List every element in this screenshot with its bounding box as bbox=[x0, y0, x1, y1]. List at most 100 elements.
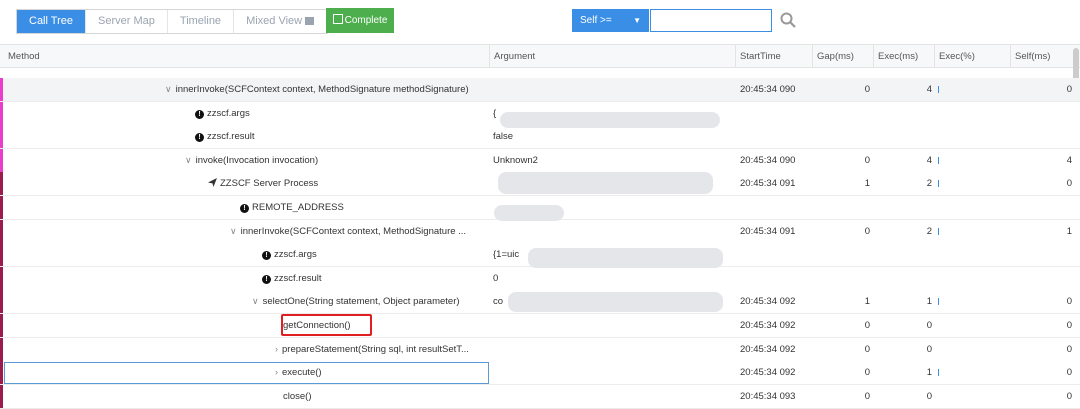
method-label: selectOne(String statement, Object param… bbox=[262, 296, 460, 308]
exec-cell bbox=[874, 102, 932, 125]
depth-stripe bbox=[0, 290, 3, 314]
self-cell bbox=[1014, 196, 1072, 219]
col-exec-percent[interactable]: Exec(%) bbox=[934, 45, 1010, 68]
starttime-cell: 20:45:34 092 bbox=[740, 320, 796, 331]
starttime-cell bbox=[740, 102, 812, 125]
search-input[interactable] bbox=[650, 9, 772, 32]
method-label: zzscf.result bbox=[207, 131, 255, 143]
tab-mixed-view[interactable]: Mixed View bbox=[234, 10, 328, 33]
col-self[interactable]: Self(ms) bbox=[1010, 45, 1080, 68]
argument-cell bbox=[493, 314, 733, 337]
filter-select-value: Self >= bbox=[580, 15, 612, 26]
table-row[interactable]: ∨ invoke(Invocation invocation) Unknown2 20… bbox=[0, 148, 1080, 173]
method-cell: ∨ selectOne(String statement, Object para… bbox=[8, 290, 488, 313]
starttime-cell bbox=[740, 243, 812, 266]
table-row[interactable]: › prepareStatement(String sql, int result… bbox=[0, 337, 1080, 362]
chevron-down-icon[interactable]: ∨ bbox=[185, 149, 192, 172]
table-row[interactable]: ∨ innerInvoke(SCFContext context, MethodS… bbox=[0, 219, 1080, 244]
gap-cell: 0 bbox=[864, 225, 870, 237]
chevron-down-icon[interactable]: ∨ bbox=[252, 290, 259, 313]
redacted-area bbox=[508, 292, 723, 312]
chevron-down-icon[interactable]: ∨ bbox=[230, 220, 237, 243]
redacted-area bbox=[528, 248, 723, 268]
exec-cell: 1 bbox=[926, 367, 932, 379]
self-cell: 0 bbox=[1066, 367, 1072, 379]
chevron-down-icon[interactable]: ∨ bbox=[165, 78, 172, 101]
col-gap[interactable]: Gap(ms) bbox=[812, 45, 873, 68]
argument-cell: Unknown2 bbox=[493, 154, 538, 166]
starttime-cell: 20:45:34 092 bbox=[740, 296, 796, 308]
table-row[interactable]: ! zzscf.result false bbox=[0, 125, 1080, 150]
method-label: zzscf.args bbox=[207, 107, 250, 119]
gap-cell: 1 bbox=[864, 296, 870, 308]
method-cell: ∨ innerInvoke(SCFContext context, MethodS… bbox=[8, 220, 488, 243]
method-cell: ! zzscf.result bbox=[8, 267, 488, 290]
exec-cell: 2 bbox=[926, 225, 932, 237]
grid-header: Method Argument StartTime Gap(ms) Exec(m… bbox=[0, 44, 1080, 68]
argument-cell bbox=[493, 220, 733, 243]
argument-cell bbox=[493, 338, 733, 361]
chevron-right-icon[interactable]: › bbox=[275, 338, 278, 361]
col-starttime[interactable]: StartTime bbox=[735, 45, 812, 68]
method-cell: ! zzscf.args bbox=[8, 102, 488, 125]
gap-cell: 0 bbox=[864, 343, 870, 355]
search-icon[interactable] bbox=[779, 11, 797, 29]
gap-cell bbox=[816, 125, 870, 148]
send-icon bbox=[208, 178, 220, 189]
exec-percent-bar bbox=[938, 227, 939, 235]
method-cell: ! zzscf.result bbox=[8, 125, 488, 148]
depth-stripe bbox=[0, 148, 3, 172]
table-row[interactable]: ∨ innerInvoke(SCFContext context, MethodS… bbox=[0, 78, 1080, 102]
depth-stripe bbox=[0, 337, 3, 361]
gap-cell: 0 bbox=[864, 390, 870, 402]
redacted-area bbox=[498, 172, 713, 194]
exec-cell bbox=[874, 196, 932, 219]
method-label: ZZSCF Server Process bbox=[220, 178, 319, 190]
starttime-cell: 20:45:34 092 bbox=[740, 343, 796, 355]
exec-cell bbox=[874, 267, 932, 290]
tab-timeline[interactable]: Timeline bbox=[167, 10, 235, 33]
table-row[interactable]: close() 20:45:34 093 0 0 0 bbox=[0, 384, 1080, 409]
starttime-cell: 20:45:34 092 bbox=[740, 367, 796, 379]
table-row[interactable]: ! zzscf.result 0 bbox=[0, 266, 1080, 291]
exec-cell: 1 bbox=[926, 296, 932, 308]
tab-mixed-view-label: Mixed View bbox=[246, 15, 303, 27]
method-cell: ! zzscf.args bbox=[8, 243, 488, 266]
image-icon bbox=[305, 17, 315, 25]
info-icon: ! bbox=[262, 274, 271, 284]
starttime-cell bbox=[740, 267, 812, 290]
tab-call-tree[interactable]: Call Tree bbox=[17, 10, 87, 33]
gap-cell bbox=[816, 267, 870, 290]
tab-server-map[interactable]: Server Map bbox=[86, 10, 168, 33]
depth-stripe bbox=[0, 196, 3, 219]
method-cell: getConnection() bbox=[8, 314, 488, 337]
info-icon: ! bbox=[240, 204, 249, 213]
gap-cell bbox=[816, 196, 870, 219]
gap-cell bbox=[816, 243, 870, 266]
argument-cell bbox=[493, 385, 733, 408]
filter-select[interactable]: Self >= ▼ bbox=[572, 9, 649, 32]
complete-button[interactable]: Complete bbox=[326, 8, 394, 33]
self-cell: 0 bbox=[1066, 296, 1072, 308]
info-icon: ! bbox=[195, 109, 204, 119]
method-label: invoke(Invocation invocation) bbox=[195, 154, 319, 166]
col-argument[interactable]: Argument bbox=[489, 45, 735, 68]
redacted-area bbox=[500, 112, 720, 128]
exec-percent-bar bbox=[938, 298, 939, 306]
starttime-cell: 20:45:34 091 bbox=[740, 178, 796, 190]
gap-cell: 0 bbox=[864, 84, 870, 95]
method-label: zzscf.result bbox=[274, 272, 322, 284]
col-method[interactable]: Method bbox=[4, 45, 489, 68]
gap-cell: 0 bbox=[864, 367, 870, 379]
table-row[interactable]: getConnection() 20:45:34 092 0 0 0 bbox=[0, 314, 1080, 338]
method-label: innerInvoke(SCFContext context, MethodSi… bbox=[240, 225, 467, 237]
method-cell: › prepareStatement(String sql, int result… bbox=[8, 338, 488, 361]
depth-stripe bbox=[0, 384, 3, 408]
col-exec[interactable]: Exec(ms) bbox=[873, 45, 934, 68]
gap-cell: 0 bbox=[864, 154, 870, 166]
selected-row-outline bbox=[4, 362, 489, 384]
gap-cell: 0 bbox=[864, 320, 870, 331]
self-cell bbox=[1014, 125, 1072, 148]
exec-percent-bar bbox=[938, 180, 939, 188]
argument-cell: false bbox=[493, 131, 514, 143]
